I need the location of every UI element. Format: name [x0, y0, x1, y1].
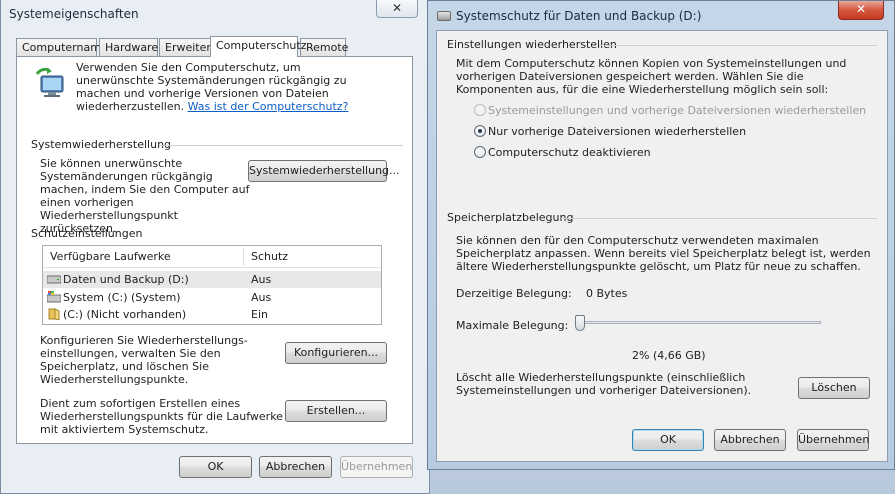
radio-disable-protection[interactable] [474, 146, 486, 158]
folder-icon [48, 308, 60, 320]
restore-settings-title: Einstellungen wiederherstellen [447, 38, 617, 51]
radio-restore-files-only[interactable] [474, 125, 486, 137]
title-bar: Systemeigenschaften ✕ [1, 0, 429, 28]
restore-description: Sie können unerwünschte Systemänderungen… [40, 157, 250, 235]
drive-name: Daten und Backup (D:) [63, 273, 189, 286]
drive-icon [47, 275, 61, 284]
disk-usage-description: Sie können den für den Computerschutz ve… [456, 234, 871, 273]
dialog-content: Einstellungen wiederherstellen Mit dem C… [436, 30, 888, 462]
system-protection-dialog: Systemschutz für Daten und Backup (D:) ✕… [427, 0, 895, 470]
drive-protection-status: Aus [251, 273, 272, 286]
tab-computerschutz[interactable]: Computerschutz [210, 36, 307, 57]
create-button[interactable]: Erstellen... [285, 400, 387, 422]
configure-button[interactable]: Konfigurieren... [285, 342, 387, 364]
configure-description: Konfigurieren Sie Wiederherstellungs-ein… [40, 334, 248, 386]
protection-group-title: Schutzeinstellungen [31, 227, 143, 240]
drive-name: System (C:) (System) [63, 291, 181, 304]
tab-hardware[interactable]: Hardware [99, 38, 158, 56]
drive-row[interactable]: (C:) (Nicht vorhanden) Ein [43, 306, 381, 323]
max-usage-slider-track[interactable] [575, 321, 821, 324]
radio-label: Systemeinstellungen und vorherige Dateiv… [488, 104, 867, 117]
current-usage-value: 0 Bytes [586, 287, 628, 300]
drive-name: (C:) (Nicht vorhanden) [63, 308, 187, 321]
column-separator [243, 248, 244, 266]
delete-button[interactable]: Löschen [798, 377, 870, 399]
close-icon[interactable]: ✕ [376, 0, 418, 18]
cancel-button[interactable]: Abbrechen [714, 429, 786, 451]
column-header-drives[interactable]: Verfügbare Laufwerke [50, 250, 171, 263]
max-usage-slider-thumb[interactable] [574, 315, 585, 331]
drive-list-header: Verfügbare Laufwerke Schutz [43, 246, 381, 268]
tab-computername[interactable]: Computername [16, 38, 108, 56]
system-drive-icon [47, 291, 61, 303]
apply-button[interactable]: Übernehmen [340, 456, 413, 478]
close-icon[interactable]: ✕ [838, 1, 884, 20]
create-description: Dient zum sofortigen Erstellen eines Wie… [40, 397, 283, 436]
delete-description: Löscht alle Wiederherstellungspunkte (ei… [456, 371, 752, 397]
radio-label: Computerschutz deaktivieren [488, 146, 651, 159]
intro-description: Verwenden Sie den Computerschutz, um une… [76, 61, 376, 113]
system-restore-button[interactable]: Systemwiederherstellung... [248, 160, 400, 182]
disk-usage-title: Speicherplatzbelegung [447, 211, 574, 224]
column-header-protection[interactable]: Schutz [251, 250, 288, 263]
drive-protection-status: Ein [251, 308, 268, 321]
current-usage-label: Derzeitige Belegung: [456, 287, 572, 300]
computer-protection-panel: Verwenden Sie den Computerschutz, um une… [16, 56, 413, 444]
dialog-title: Systemschutz für Daten und Backup (D:) [456, 9, 702, 23]
drive-row[interactable]: Daten und Backup (D:) Aus [43, 271, 381, 288]
radio-restore-settings-and-files[interactable] [474, 104, 486, 116]
restore-group-title: Systemwiederherstellung [31, 138, 172, 151]
ok-button[interactable]: OK [179, 456, 252, 478]
tab-erweitert[interactable]: Erweitert [159, 38, 215, 56]
window-title: Systemeigenschaften [9, 7, 139, 21]
drive-list[interactable]: Verfügbare Laufwerke Schutz Daten und Ba… [42, 245, 382, 325]
radio-label: Nur vorherige Dateiversionen wiederherst… [488, 125, 747, 138]
drive-protection-status: Aus [251, 291, 272, 304]
ok-button[interactable]: OK [632, 429, 704, 451]
system-protection-icon [35, 68, 64, 97]
system-properties-window: Systemeigenschaften ✕ Computername Hardw… [0, 0, 430, 494]
drive-icon [437, 11, 451, 21]
max-usage-value: 2% (4,66 GB) [632, 349, 706, 362]
divider [159, 145, 403, 146]
restore-settings-description: Mit dem Computerschutz können Kopien von… [456, 57, 847, 96]
apply-button[interactable]: Übernehmen [797, 429, 869, 451]
divider [561, 218, 877, 219]
drive-row[interactable]: System (C:) (System) Aus [43, 289, 381, 306]
what-is-protection-link[interactable]: Was ist der Computerschutz? [188, 100, 349, 113]
cancel-button[interactable]: Abbrechen [259, 456, 332, 478]
max-usage-label: Maximale Belegung: [456, 319, 569, 332]
divider [599, 45, 877, 46]
